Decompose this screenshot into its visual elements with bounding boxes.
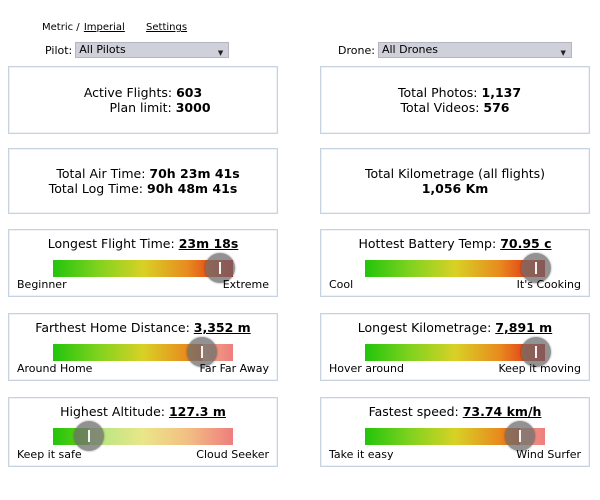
log-time-row: Total Log Time: 90h 48m 41s <box>49 181 238 196</box>
highest-altitude-title: Highest Altitude: 127.3 m <box>9 404 277 419</box>
pilot-select-value: All Pilots <box>79 43 126 56</box>
settings-link[interactable]: Settings <box>146 22 187 33</box>
longest-km-gauge <box>365 337 551 367</box>
gauge-knob-tick <box>518 430 521 442</box>
log-time-label: Total Log Time: <box>48 181 144 196</box>
farthest-home-max-label: Far Far Away <box>199 362 269 375</box>
longest-flight-title: Longest Flight Time: 23m 18s <box>9 236 277 251</box>
longest-km-value[interactable]: 7,891 m <box>495 320 552 335</box>
farthest-home-value[interactable]: 3,352 m <box>194 320 251 335</box>
fastest-speed-min-label: Take it easy <box>329 448 394 461</box>
kilometrage-label: Total Kilometrage (all flights) <box>364 166 546 181</box>
farthest-home-title: Farthest Home Distance: 3,352 m <box>9 320 277 335</box>
gauge-knob-tick <box>219 262 222 274</box>
farthest-home-label: Farthest Home Distance: <box>35 320 190 335</box>
total-photos-value: 1,137 <box>481 85 522 100</box>
unit-separator: / <box>76 22 80 33</box>
fastest-speed-max-label: Wind Surfer <box>516 448 581 461</box>
hottest-battery-card: Hottest Battery Temp: 70.95 c Cool It's … <box>320 229 590 297</box>
highest-altitude-max-label: Cloud Seeker <box>196 448 269 461</box>
pilot-label: Pilot: <box>45 43 73 57</box>
fastest-speed-card: Fastest speed: 73.74 km/h Take it easy W… <box>320 397 590 467</box>
drone-select-value: All Drones <box>381 43 439 56</box>
imperial-link[interactable]: Imperial <box>84 22 125 33</box>
pilot-filter: Pilot: All Pilots ▼ <box>45 42 230 58</box>
highest-altitude-gauge <box>53 421 233 451</box>
chevron-down-icon: ▼ <box>560 49 566 57</box>
plan-limit-label: Plan limit: <box>109 100 172 115</box>
gauge-knob-tick <box>535 346 537 358</box>
pilot-select[interactable]: All Pilots ▼ <box>75 42 230 58</box>
farthest-home-min-label: Around Home <box>17 362 93 375</box>
highest-altitude-min-label: Keep it safe <box>17 448 82 461</box>
hottest-battery-gauge <box>365 253 551 283</box>
drone-filter: Drone: All Drones ▼ <box>338 42 572 58</box>
log-time-value: 90h 48m 41s <box>147 181 238 196</box>
plan-limit-row: Plan limit: 3000 <box>109 100 210 115</box>
longest-km-card: Longest Kilometrage: 7,891 m Hover aroun… <box>320 313 590 381</box>
farthest-home-gauge <box>53 337 233 367</box>
longest-km-max-label: Keep it moving <box>498 362 581 375</box>
longest-flight-max-label: Extreme <box>222 278 269 291</box>
longest-km-title: Longest Kilometrage: 7,891 m <box>321 320 589 335</box>
gauge-knob-tick <box>88 430 90 442</box>
longest-flight-min-label: Beginner <box>17 278 67 291</box>
longest-km-label: Longest Kilometrage: <box>357 320 492 335</box>
flights-card: Active Flights: 603 Plan limit: 3000 <box>8 66 278 134</box>
fastest-speed-label: Fastest speed: <box>368 404 459 419</box>
fastest-speed-title: Fastest speed: 73.74 km/h <box>321 404 589 419</box>
hottest-battery-title: Hottest Battery Temp: 70.95 c <box>321 236 589 251</box>
drone-select[interactable]: All Drones ▼ <box>377 42 572 58</box>
hottest-battery-label: Hottest Battery Temp: <box>358 236 497 251</box>
hottest-battery-max-label: It's Cooking <box>516 278 581 291</box>
total-videos-label: Total Videos: <box>400 100 480 115</box>
gauge-knob <box>74 421 104 451</box>
fastest-speed-value[interactable]: 73.74 km/h <box>463 404 542 419</box>
hottest-battery-min-label: Cool <box>329 278 354 291</box>
kilometrage-value: 1,056 Km <box>421 181 489 196</box>
air-time-label: Total Air Time: <box>56 166 146 181</box>
unit-links: Metric / Imperial Settings <box>42 22 187 33</box>
highest-altitude-card: Highest Altitude: 127.3 m Keep it safe C… <box>8 397 278 467</box>
gauge-knob-tick <box>201 346 204 358</box>
drone-label: Drone: <box>338 43 375 57</box>
air-time-value: 70h 23m 41s <box>149 166 240 181</box>
air-time-row: Total Air Time: 70h 23m 41s <box>56 166 239 181</box>
hottest-battery-value[interactable]: 70.95 c <box>500 236 551 251</box>
highest-altitude-value[interactable]: 127.3 m <box>169 404 226 419</box>
active-flights-label: Active Flights: <box>83 85 173 100</box>
highest-altitude-label: Highest Altitude: <box>60 404 165 419</box>
longest-km-min-label: Hover around <box>329 362 404 375</box>
time-card: Total Air Time: 70h 23m 41s Total Log Ti… <box>8 148 278 214</box>
active-flights-value: 603 <box>176 85 203 100</box>
kilometrage-card: Total Kilometrage (all flights) 1,056 Km <box>320 148 590 214</box>
total-photos-row: Total Photos: 1,137 <box>398 85 521 100</box>
media-card: Total Photos: 1,137 Total Videos: 576 <box>320 66 590 134</box>
longest-flight-card: Longest Flight Time: 23m 18s Beginner Ex… <box>8 229 278 297</box>
longest-flight-label: Longest Flight Time: <box>47 236 175 251</box>
fastest-speed-gauge <box>365 421 545 451</box>
active-flights-row: Active Flights: 603 <box>84 85 202 100</box>
gauge-knob <box>504 421 535 451</box>
longest-flight-gauge <box>53 253 236 283</box>
gauge-knob-tick <box>535 262 537 274</box>
farthest-home-card: Farthest Home Distance: 3,352 m Around H… <box>8 313 278 381</box>
total-photos-label: Total Photos: <box>397 85 478 100</box>
longest-flight-value[interactable]: 23m 18s <box>179 236 239 251</box>
total-videos-row: Total Videos: 576 <box>401 100 510 115</box>
plan-limit-value: 3000 <box>175 100 211 115</box>
metric-link[interactable]: Metric <box>42 22 73 33</box>
chevron-down-icon: ▼ <box>217 49 224 57</box>
total-videos-value: 576 <box>483 100 510 115</box>
